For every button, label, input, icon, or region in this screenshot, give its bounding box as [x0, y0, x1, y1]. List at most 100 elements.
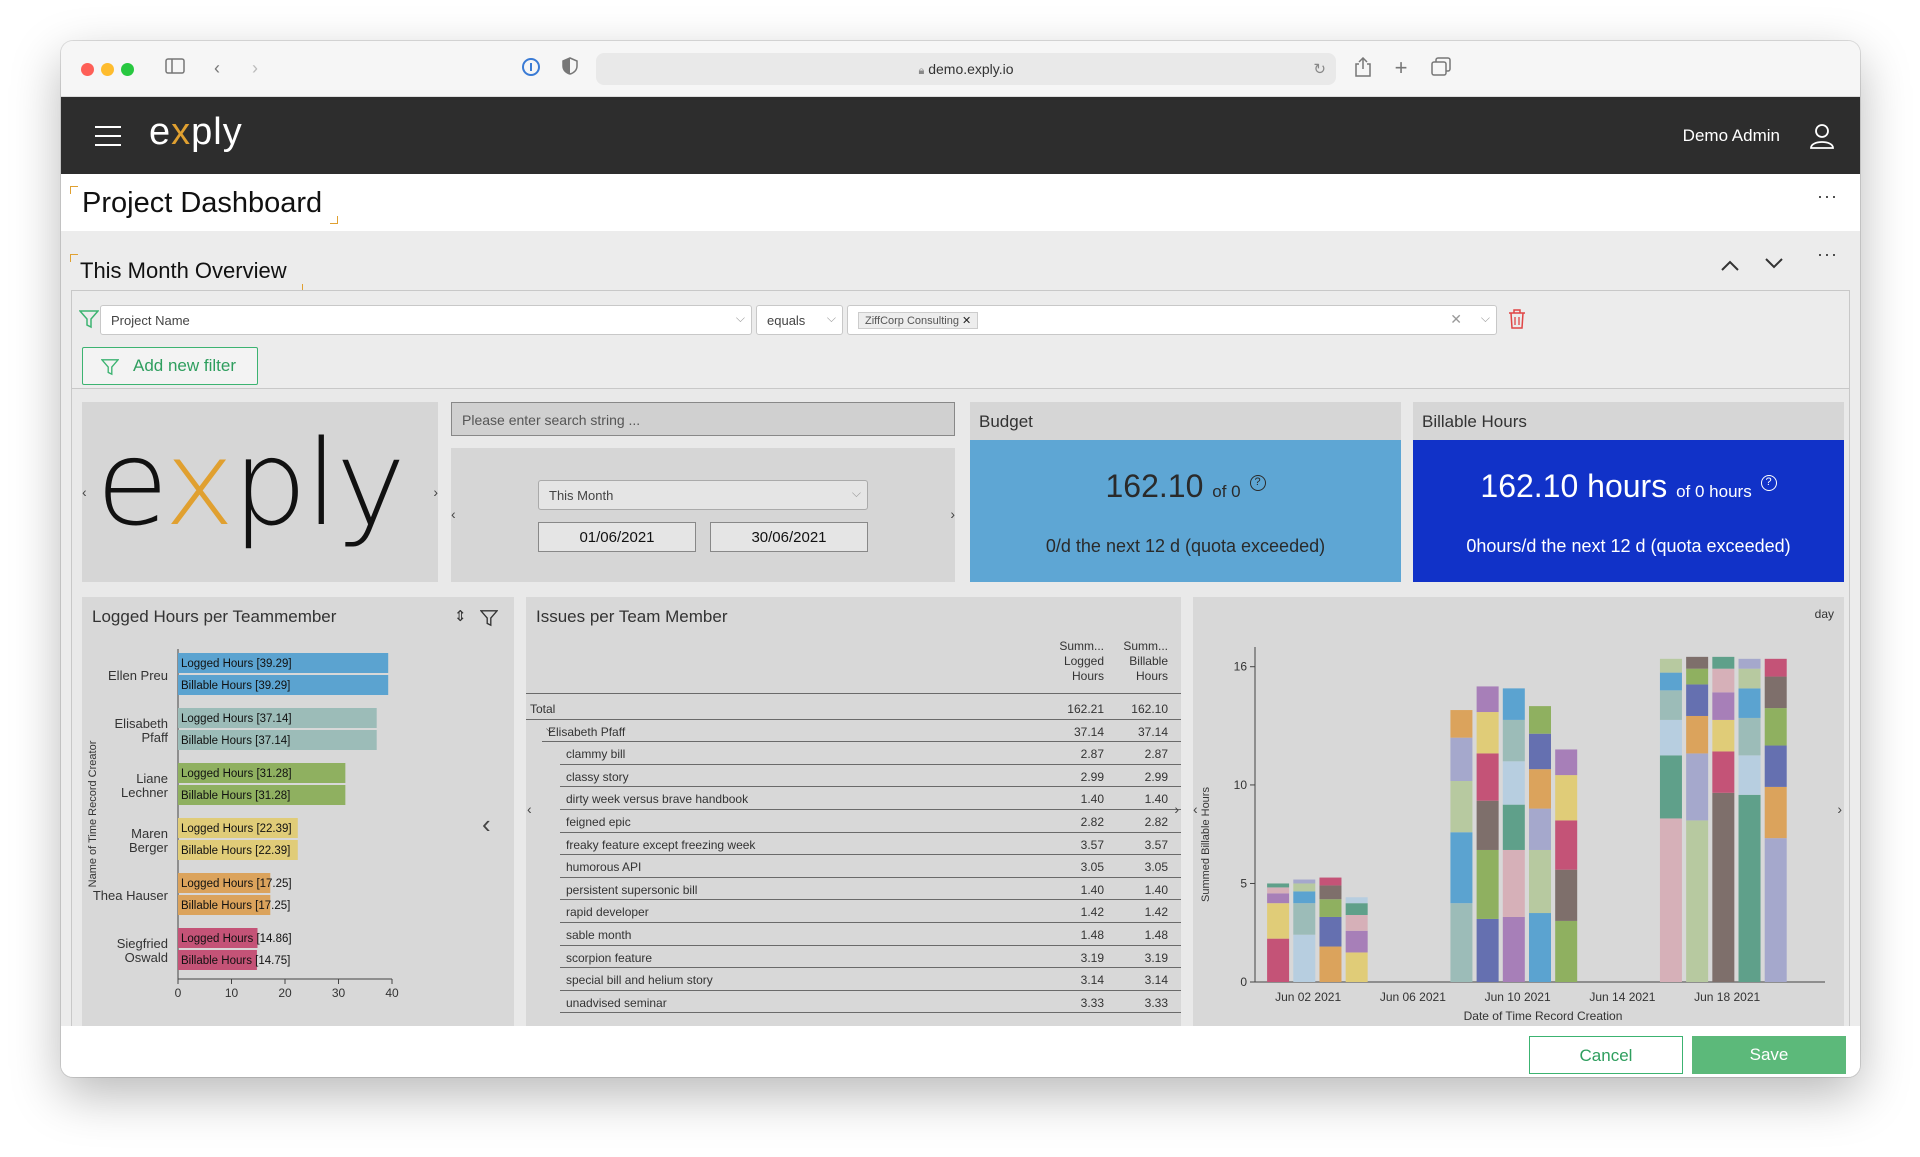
stack-segment: [1764, 745, 1787, 787]
cancel-button[interactable]: Cancel: [1529, 1036, 1683, 1074]
add-filter-button[interactable]: Add new filter: [82, 347, 258, 385]
date-to-field[interactable]: 30/06/2021: [710, 522, 868, 552]
clear-icon[interactable]: ✕: [1450, 311, 1462, 328]
logged-hours-cell: 3.33: [1080, 995, 1104, 1010]
help-icon[interactable]: ?: [1249, 475, 1266, 492]
sort-icon[interactable]: ⇕: [454, 607, 467, 625]
sidebar-icon[interactable]: [163, 57, 187, 79]
collapse-left-icon[interactable]: ‹: [482, 809, 491, 840]
remove-chip-icon[interactable]: ✕: [962, 315, 971, 327]
table-row[interactable]: unadvised seminar 3.33 3.33: [560, 991, 1181, 1014]
collapse-down-icon[interactable]: [1764, 256, 1784, 274]
prev-arrow-icon[interactable]: ‹: [1193, 801, 1198, 817]
row-label: unadvised seminar: [566, 995, 667, 1010]
billable-hours-cell: 3.14: [1144, 973, 1168, 988]
prev-arrow-icon[interactable]: ‹: [82, 484, 87, 500]
stack-segment: [1686, 753, 1709, 821]
billable-hours-column-header[interactable]: Summ... Billable Hours: [1110, 639, 1168, 684]
collapse-up-icon[interactable]: [1720, 256, 1740, 277]
next-arrow-icon[interactable]: ›: [433, 484, 438, 500]
stack-segment: [1712, 656, 1735, 669]
logged-hours-cell: 37.14: [1073, 724, 1104, 739]
stack-segment: [1267, 893, 1290, 904]
title-bar: Project Dashboard ···: [61, 174, 1860, 231]
section-more-icon[interactable]: ···: [1817, 244, 1838, 265]
logged-hours-cell: 3.05: [1080, 860, 1104, 875]
stack-segment: [1712, 792, 1735, 982]
stack-segment: [1476, 753, 1499, 801]
stack-segment: [1659, 690, 1682, 720]
minimize-window-button[interactable]: [101, 63, 114, 76]
next-arrow-icon[interactable]: ›: [1837, 801, 1842, 817]
search-input[interactable]: Please enter search string ...: [451, 402, 955, 436]
tab-overview-icon[interactable]: [1429, 57, 1453, 82]
table-row[interactable]: special bill and helium story 3.14 3.14: [560, 968, 1181, 991]
issues-table: Total 162.21 162.10 ⌵ Elisabeth Pfaff 37.14 37…: [526, 697, 1181, 1014]
stack-segment: [1319, 899, 1342, 917]
back-icon[interactable]: ‹: [205, 57, 229, 79]
prev-arrow-icon[interactable]: ‹: [527, 801, 532, 817]
bar-data-label: Logged Hours [22.39]: [181, 823, 292, 835]
budget-kpi: 162.10 of 0 ? 0/d the next 12 d (quota e…: [970, 440, 1401, 582]
billable-title: Billable Hours: [1413, 402, 1844, 440]
share-icon[interactable]: [1351, 56, 1375, 82]
billable-hours-cell: 37.14: [1137, 724, 1168, 739]
table-row[interactable]: sable month 1.48 1.48: [560, 923, 1181, 946]
date-from-field[interactable]: 01/06/2021: [538, 522, 696, 552]
billable-of: of 0 hours: [1676, 482, 1752, 501]
forward-icon[interactable]: ›: [243, 57, 267, 79]
table-row[interactable]: rapid developer 1.42 1.42: [560, 900, 1181, 923]
zoom-window-button[interactable]: [121, 63, 134, 76]
table-row[interactable]: persistent supersonic bill 1.40 1.40: [560, 878, 1181, 901]
help-icon[interactable]: ?: [1760, 475, 1777, 492]
stack-segment: [1712, 719, 1735, 752]
stack-segment: [1476, 712, 1499, 754]
date-widget: This Month ⌵ 01/06/2021 30/06/2021 ‹ ›: [451, 448, 955, 582]
table-row[interactable]: freaky feature except freezing week 3.57 3…: [560, 833, 1181, 856]
password-manager-icon[interactable]: [519, 57, 543, 82]
stack-segment: [1555, 869, 1578, 921]
section-title[interactable]: This Month Overview: [80, 258, 287, 284]
reload-icon[interactable]: ↻: [1313, 60, 1326, 78]
shield-icon[interactable]: [558, 57, 582, 80]
table-row[interactable]: feigned epic 2.82 2.82: [560, 810, 1181, 833]
billable-hours-cell: 3.05: [1144, 860, 1168, 875]
table-row[interactable]: dirty week versus brave handbook 1.40 1.40: [560, 787, 1181, 810]
prev-arrow-icon[interactable]: ‹: [451, 506, 456, 522]
stack-segment: [1529, 733, 1551, 770]
filter-value-select[interactable]: ZiffCorp Consulting ✕ ✕ ⌵: [847, 305, 1497, 335]
filter-icon[interactable]: [480, 609, 498, 627]
user-icon[interactable]: [1810, 123, 1834, 149]
table-row[interactable]: scorpion feature 3.19 3.19: [560, 946, 1181, 969]
billable-subtext: 0hours/d the next 12 d (quota exceeded): [1466, 536, 1791, 556]
bar-data-label: Billable Hours [17.25]: [181, 900, 290, 912]
close-window-button[interactable]: [81, 63, 94, 76]
stack-segment: [1267, 938, 1290, 982]
next-arrow-icon[interactable]: ›: [950, 506, 955, 522]
filter-operator-select[interactable]: equals ⌵: [756, 305, 843, 335]
period-select[interactable]: This Month ⌵: [538, 480, 868, 510]
page-title[interactable]: Project Dashboard: [80, 187, 324, 220]
logged-hours-column-header[interactable]: Summ... Logged Hours: [1046, 639, 1104, 684]
table-row[interactable]: classy story 2.99 2.99: [560, 765, 1181, 788]
filter-field-select[interactable]: Project Name ⌵: [100, 305, 752, 335]
table-row[interactable]: clammy bill 2.87 2.87: [560, 742, 1181, 765]
menu-icon[interactable]: [95, 126, 121, 146]
table-row[interactable]: humorous API 3.05 3.05: [560, 855, 1181, 878]
x-tick-label: Jun 02 2021: [1275, 990, 1341, 1004]
exply-logo[interactable]: exply: [149, 111, 243, 154]
address-bar[interactable]: 🔒︎ demo.exply.io ↻: [596, 53, 1336, 85]
stack-segment: [1529, 706, 1551, 734]
table-row[interactable]: Total 162.21 162.10: [526, 697, 1181, 720]
stack-segment: [1345, 930, 1368, 953]
category-label: Ellen Preu: [108, 668, 168, 683]
page-more-icon[interactable]: ···: [1817, 186, 1838, 207]
next-arrow-icon[interactable]: ›: [1174, 801, 1179, 817]
save-button[interactable]: Save: [1692, 1036, 1846, 1074]
logged-hours-cell: 2.82: [1080, 814, 1104, 829]
trash-icon[interactable]: [1508, 309, 1526, 329]
new-tab-icon[interactable]: +: [1389, 57, 1413, 79]
user-name[interactable]: Demo Admin: [1683, 126, 1780, 146]
chevron-down-icon[interactable]: ⌵: [1481, 311, 1490, 326]
table-row[interactable]: ⌵ Elisabeth Pfaff 37.14 37.14: [542, 720, 1181, 743]
